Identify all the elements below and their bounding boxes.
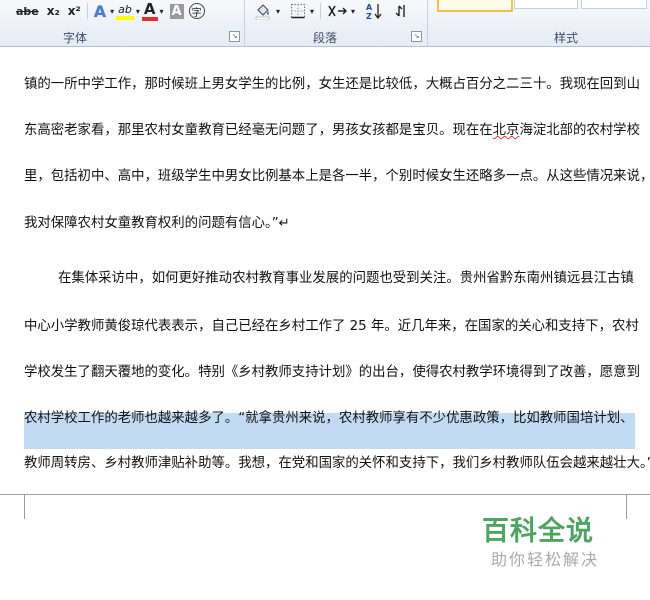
chinese-layout-button[interactable]: [325, 1, 349, 21]
separator: [86, 3, 88, 19]
font-group-row: abe x₂ x² A ▾ ab ▾ A ▾ A 字: [14, 0, 205, 22]
paragraph-marks-icon: [395, 5, 405, 17]
char-shading-button[interactable]: A: [169, 3, 184, 19]
paragraph-dialog-launcher-icon[interactable]: ↘: [411, 31, 422, 42]
text-line: 在集体采访中，如何更好推动农村教育事业发展的问题也受到关注。贵州省黔东南州镇远县…: [58, 271, 634, 286]
paint-bucket-icon: [255, 4, 270, 20]
selected-text-line: 教师周转房、乡村教师津贴补助等。我想，在党和国家的关怀和支持下，我们乡村教师队伍…: [24, 456, 650, 471]
sort-icon: A Z: [366, 3, 382, 20]
borders-dropdown-icon[interactable]: ▾: [308, 1, 316, 21]
separator: [320, 3, 322, 19]
style-normal-box[interactable]: [437, 0, 513, 12]
subscript-button[interactable]: x₂: [45, 1, 62, 21]
show-marks-button[interactable]: [393, 1, 411, 21]
text-line: 农村学校工作的老师也越来越多了。“就拿贵州来说，农村教师享有不少优惠政策，比如教…: [24, 411, 634, 426]
text-line: 学校发生了翻天覆地的变化。特别《乡村教师支持计划》的出台，使得农村教学环境得到了…: [24, 365, 640, 380]
style-heading-box[interactable]: [581, 0, 647, 9]
highlight-button[interactable]: ab: [116, 2, 134, 20]
page-break-line: [0, 494, 650, 495]
crop-mark: [626, 495, 637, 519]
spellcheck-underlined-text[interactable]: 北京: [493, 123, 520, 138]
text-span: 海淀北部的农村学校: [519, 123, 640, 138]
group-divider: [427, 0, 428, 46]
highlight-dropdown-icon[interactable]: ▾: [134, 1, 142, 21]
svg-text:A: A: [366, 3, 373, 12]
text-line: 镇的一所中学工作，那时候班上男女学生的比例，女生还是比较低，大概占百分之二三十。…: [24, 77, 640, 92]
borders-icon: [291, 4, 306, 19]
font-color-dropdown-icon[interactable]: ▾: [158, 1, 166, 21]
text-span: 东高密老家看，那里农村女童教育已经毫无问题了，男孩女孩都是宝贝。现在在: [24, 123, 493, 138]
watermark-slogan: 助你轻松解决: [491, 550, 600, 569]
font-group-label: 字体: [63, 31, 88, 45]
text-line: 中心小学教师黄俊琼代表表示，自己已经在乡村工作了 25 年。近几年来，在国家的关…: [24, 319, 639, 334]
superscript-button[interactable]: x²: [66, 1, 83, 21]
shading-dropdown-icon[interactable]: ▾: [274, 1, 282, 21]
text-line: 东高密老家看，那里农村女童教育已经毫无问题了，男孩女孩都是宝贝。现在在北京海淀北…: [24, 121, 640, 141]
crop-mark: [14, 495, 25, 519]
text-line: 里，包括初中、高中，班级学生中男女比例基本上是各一半，个别时候女生还略多一点。从…: [24, 169, 650, 184]
svg-text:Z: Z: [366, 12, 372, 20]
strikethrough-button[interactable]: abe: [14, 1, 41, 21]
styles-group-label: 样式: [554, 31, 579, 45]
text-effects-dropdown-icon[interactable]: ▾: [108, 1, 116, 21]
font-color-button[interactable]: A: [141, 0, 158, 21]
paragraph-group-row: ▾ ▾ ▾ A Z: [252, 0, 411, 22]
text-effects-button[interactable]: A: [92, 1, 108, 21]
watermark-logo-text: 百科全说: [482, 516, 594, 547]
chinese-layout-icon: [328, 5, 348, 17]
font-dialog-launcher-icon[interactable]: ↘: [229, 31, 240, 42]
style-no-spacing-box[interactable]: [514, 0, 578, 9]
sort-button[interactable]: A Z: [363, 1, 385, 21]
enclose-char-button[interactable]: 字: [188, 3, 205, 19]
document-page[interactable]: 镇的一所中学工作，那时候班上男女学生的比例，女生还是比较低，大概占百分之二三十。…: [0, 47, 650, 600]
borders-button[interactable]: [288, 1, 308, 21]
chinese-layout-dropdown-icon[interactable]: ▾: [349, 1, 357, 21]
text-line: 我对保障农村女童教育权利的问题有信心。”↵: [24, 216, 290, 231]
group-divider: [244, 0, 245, 46]
ribbon: abe x₂ x² A ▾ ab ▾ A ▾ A 字 ▾ ▾ ▾ A Z 字体 …: [0, 0, 650, 47]
shading-button[interactable]: [252, 1, 274, 21]
paragraph-group-label: 段落: [313, 31, 338, 45]
